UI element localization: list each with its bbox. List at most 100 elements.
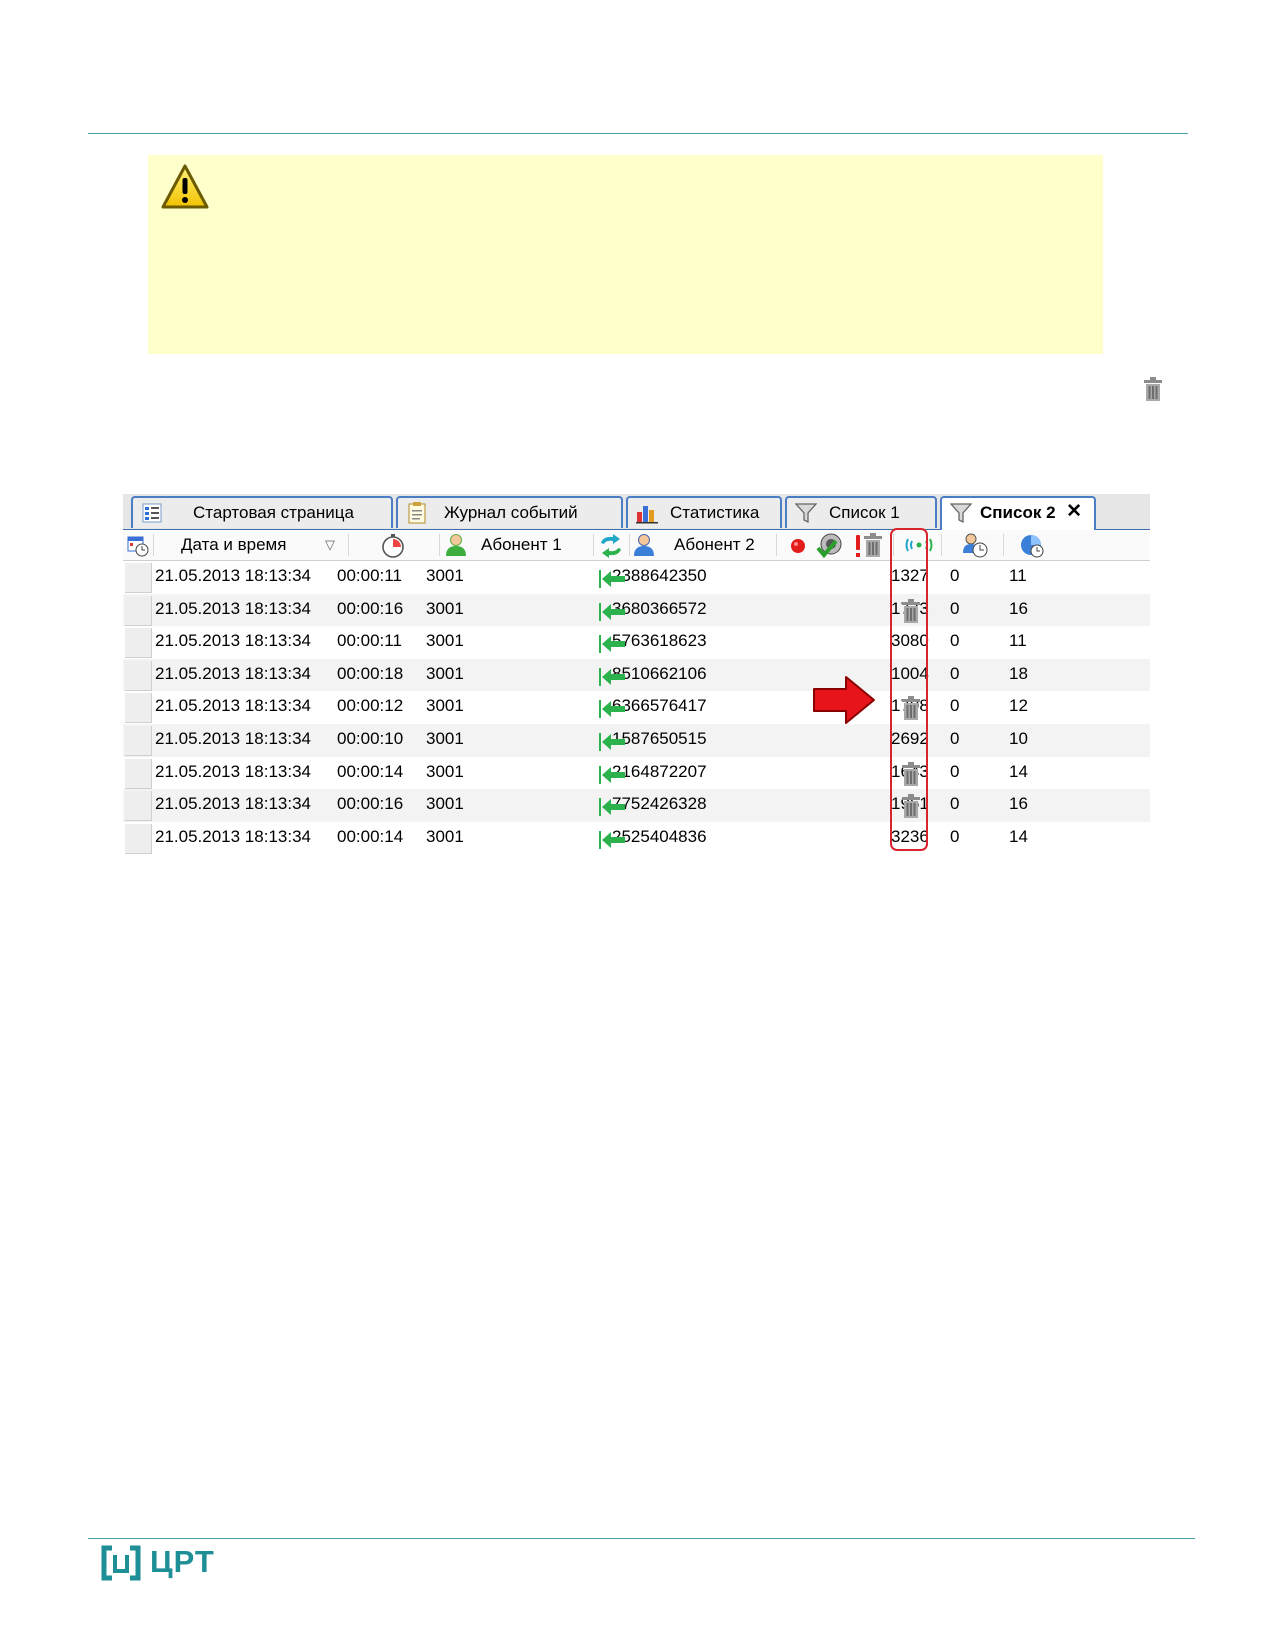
column-subscriber-1[interactable]: Абонент 1 bbox=[481, 530, 562, 560]
record-icon[interactable] bbox=[790, 538, 806, 554]
cell-datetime: 21.05.2013 18:13:34 bbox=[155, 598, 311, 618]
table-row[interactable]: 21.05.2013 18:13:34 00:00:14 3001 216487220… bbox=[123, 757, 1150, 790]
event-log-icon bbox=[408, 502, 426, 524]
table-row[interactable]: 21.05.2013 18:13:34 00:00:16 3001 775242632… bbox=[123, 789, 1150, 822]
cell-subscriber-2: 2164872207 bbox=[612, 761, 707, 781]
cell-duration: 00:00:12 bbox=[337, 696, 404, 716]
cell-datetime: 21.05.2013 18:13:34 bbox=[155, 761, 311, 781]
cell-duration: 00:00:16 bbox=[337, 598, 404, 618]
warning-icon bbox=[161, 164, 209, 209]
incoming-arrow-icon bbox=[599, 830, 625, 849]
datetime-column-icon[interactable] bbox=[127, 535, 149, 557]
cell-datetime: 21.05.2013 18:13:34 bbox=[155, 696, 311, 716]
table-row[interactable]: 21.05.2013 18:13:34 00:00:18 3001 851066210… bbox=[123, 658, 1150, 692]
tab-list-1[interactable]: Список 1 bbox=[785, 496, 937, 528]
table-row[interactable]: 21.05.2013 18:13:34 00:00:10 3001 158765051… bbox=[123, 723, 1150, 757]
cell-value-2: 0 bbox=[950, 663, 960, 683]
cell-duration: 00:00:14 bbox=[337, 761, 404, 781]
cell-subscriber-1: 3001 bbox=[426, 696, 464, 716]
calls-table: 21.05.2013 18:13:34 00:00:11 3001 238864235… bbox=[123, 561, 1150, 854]
highlight-frame bbox=[890, 528, 928, 851]
incoming-arrow-icon bbox=[599, 602, 625, 621]
tab-statistics[interactable]: Статистика bbox=[626, 496, 782, 528]
company-logo: ЦРТ bbox=[100, 1544, 220, 1582]
cell-value-2: 0 bbox=[950, 696, 960, 716]
table-row[interactable]: 21.05.2013 18:13:34 00:00:11 3001 576361862… bbox=[123, 626, 1150, 659]
cell-duration: 00:00:16 bbox=[337, 794, 404, 814]
checked-record-icon[interactable] bbox=[816, 533, 844, 559]
user-blue-icon bbox=[634, 534, 654, 556]
table-row[interactable]: 21.05.2013 18:13:34 00:00:14 3001 252540483… bbox=[123, 822, 1150, 855]
incoming-arrow-icon bbox=[599, 765, 625, 784]
footer-rule bbox=[88, 1538, 1195, 1539]
tab-start-page[interactable]: Стартовая страница bbox=[131, 496, 393, 528]
table-row[interactable]: 21.05.2013 18:13:34 00:00:12 3001 636657641… bbox=[123, 691, 1150, 724]
trash-icon[interactable] bbox=[862, 533, 884, 558]
cell-value-3: 16 bbox=[1009, 598, 1028, 618]
row-selector[interactable] bbox=[125, 660, 152, 691]
statistics-icon bbox=[636, 506, 658, 524]
row-selector[interactable] bbox=[125, 563, 152, 593]
logo-mark-icon bbox=[101, 1545, 141, 1581]
tab-label: Журнал событий bbox=[444, 503, 578, 522]
incoming-arrow-icon bbox=[599, 732, 625, 751]
cell-subscriber-2: 5763618623 bbox=[612, 631, 707, 651]
incoming-arrow-icon bbox=[599, 635, 625, 654]
cell-subscriber-1: 3001 bbox=[426, 598, 464, 618]
tab-list-2[interactable]: Список 2 ✕ bbox=[940, 496, 1096, 530]
cell-subscriber-1: 3001 bbox=[426, 663, 464, 683]
close-tab-icon[interactable]: ✕ bbox=[1066, 498, 1082, 526]
direction-column-icon[interactable] bbox=[597, 534, 625, 558]
trash-icon bbox=[1144, 377, 1162, 401]
app-screenshot: Стартовая страница Журнал событий Статис… bbox=[123, 494, 1150, 857]
tab-label: Список 1 bbox=[829, 503, 900, 522]
cell-value-3: 14 bbox=[1009, 826, 1028, 846]
tab-label: Стартовая страница bbox=[193, 503, 354, 522]
cell-datetime: 21.05.2013 18:13:34 bbox=[155, 794, 311, 814]
warning-note bbox=[148, 155, 1103, 354]
sort-indicator: ▽ bbox=[325, 537, 335, 552]
pie-time-icon[interactable] bbox=[1020, 534, 1044, 558]
cell-value-2: 0 bbox=[950, 566, 960, 585]
cell-duration: 00:00:11 bbox=[337, 631, 402, 651]
table-row[interactable]: 21.05.2013 18:13:34 00:00:11 3001 238864235… bbox=[123, 561, 1150, 594]
cell-subscriber-1: 3001 bbox=[426, 794, 464, 814]
row-selector[interactable] bbox=[125, 725, 152, 756]
row-selector[interactable] bbox=[125, 758, 152, 789]
tab-label: Статистика bbox=[670, 503, 760, 522]
incoming-arrow-icon bbox=[599, 798, 625, 817]
column-datetime[interactable]: Дата и время bbox=[181, 530, 286, 560]
column-subscriber-2[interactable]: Абонент 2 bbox=[674, 530, 755, 560]
tab-event-log[interactable]: Журнал событий bbox=[396, 496, 623, 528]
cell-value-2: 0 bbox=[950, 794, 960, 814]
cell-value-2: 0 bbox=[950, 728, 960, 748]
cell-value-3: 18 bbox=[1009, 663, 1028, 683]
cell-duration: 00:00:14 bbox=[337, 826, 404, 846]
incoming-arrow-icon bbox=[599, 667, 625, 686]
user-green-icon bbox=[446, 534, 466, 556]
incoming-arrow-icon bbox=[599, 570, 625, 588]
cell-value-2: 0 bbox=[950, 826, 960, 846]
cell-value-3: 11 bbox=[1009, 631, 1027, 651]
row-selector[interactable] bbox=[125, 628, 152, 659]
cell-subscriber-2: 7752426328 bbox=[612, 794, 707, 814]
row-selector[interactable] bbox=[125, 791, 152, 822]
cell-subscriber-1: 3001 bbox=[426, 761, 464, 781]
cell-datetime: 21.05.2013 18:13:34 bbox=[155, 631, 311, 651]
cell-datetime: 21.05.2013 18:13:34 bbox=[155, 728, 311, 748]
row-selector[interactable] bbox=[125, 693, 152, 724]
table-header: Дата и время ▽ Абонент 1 Абонент 2 bbox=[123, 530, 1150, 561]
row-selector[interactable] bbox=[125, 823, 152, 854]
cell-duration: 00:00:18 bbox=[337, 663, 404, 683]
start-page-icon bbox=[142, 503, 162, 523]
cell-value-2: 0 bbox=[950, 761, 960, 781]
table-row[interactable]: 21.05.2013 18:13:34 00:00:16 3001 368036657… bbox=[123, 593, 1150, 627]
cell-datetime: 21.05.2013 18:13:34 bbox=[155, 826, 311, 846]
cell-value-3: 14 bbox=[1009, 761, 1028, 781]
duration-column-icon[interactable] bbox=[381, 534, 405, 558]
row-selector[interactable] bbox=[125, 595, 152, 626]
users-time-icon[interactable] bbox=[963, 533, 989, 558]
cell-value-2: 0 bbox=[950, 598, 960, 618]
cell-subscriber-2: 8510662106 bbox=[612, 663, 707, 683]
pointer-arrow-icon bbox=[813, 676, 875, 724]
